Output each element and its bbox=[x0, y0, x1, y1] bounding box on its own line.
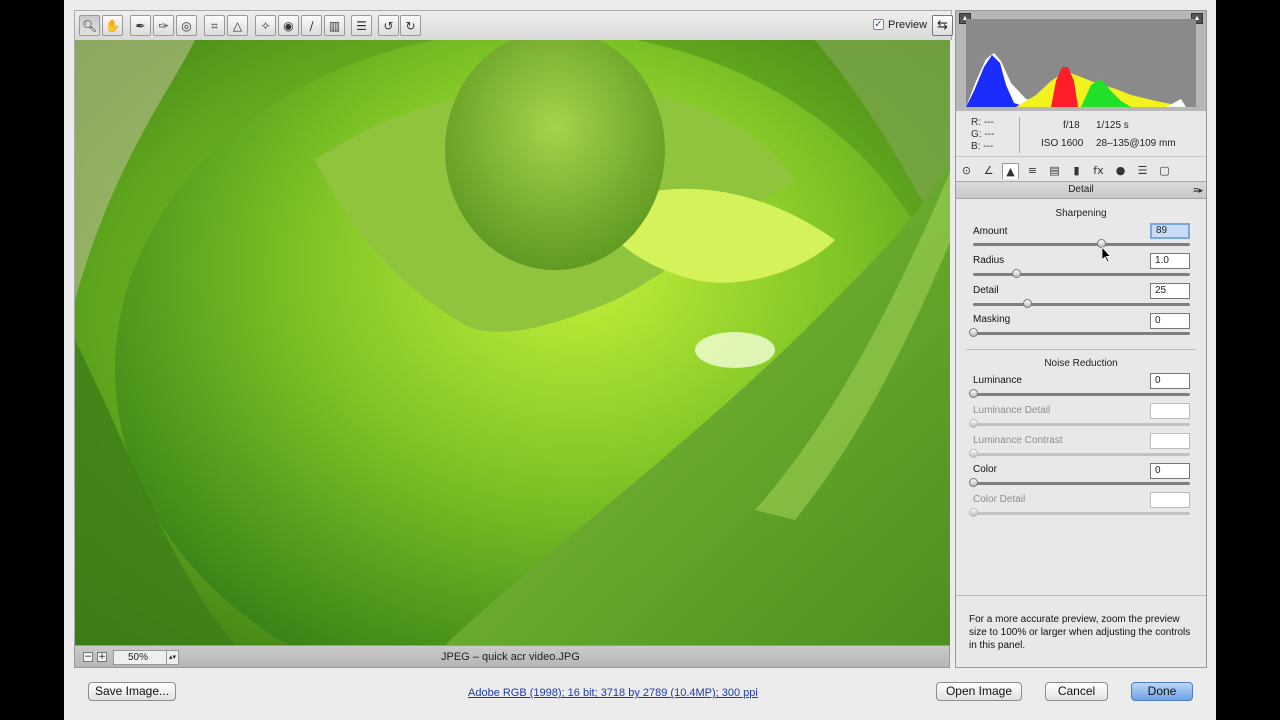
luminance-contrast-input[interactable] bbox=[1150, 433, 1190, 449]
panel-menu-icon[interactable]: ≡▸ bbox=[1193, 182, 1203, 198]
shutter-speed: 1/125 s bbox=[1096, 120, 1129, 131]
sharpening-title: Sharpening bbox=[1055, 208, 1107, 219]
radius-slider[interactable] bbox=[973, 269, 1190, 278]
histogram-graph bbox=[966, 19, 1196, 107]
preview-checkbox[interactable]: ✓ bbox=[873, 19, 884, 30]
radius-label: Radius bbox=[973, 255, 1005, 266]
noise-reduction-title: Noise Reduction bbox=[1044, 358, 1118, 369]
panel-title: Detail bbox=[1068, 184, 1094, 195]
masking-input[interactable]: 0 bbox=[1150, 313, 1190, 329]
mouse-cursor-icon bbox=[1102, 247, 1112, 263]
luminance-slider[interactable] bbox=[969, 389, 1190, 398]
white-balance-icon[interactable]: ✒ bbox=[130, 15, 151, 36]
pepper-photo bbox=[75, 40, 950, 645]
aperture: f/18 bbox=[1063, 120, 1080, 131]
camera-calibration-icon[interactable]: ● bbox=[1112, 163, 1129, 179]
luminance-contrast-slider-thumb[interactable] bbox=[969, 449, 978, 458]
adjustments-panel: ▲ ▲ R: --- G: --- B: --- f/18 1/125 s IS… bbox=[955, 10, 1207, 668]
masking-label: Masking bbox=[973, 314, 1011, 325]
color-detail-slider-thumb[interactable] bbox=[969, 508, 978, 517]
color-sampler-icon[interactable]: ✑ bbox=[153, 15, 174, 36]
detail-icon[interactable]: ▲ bbox=[1002, 163, 1019, 179]
preview-label: Preview bbox=[888, 19, 928, 31]
effects-icon[interactable]: fx bbox=[1090, 163, 1107, 179]
status-bar: − + 50% ▴▾ JPEG – quick acr video.JPG bbox=[74, 645, 950, 668]
zoom-out-button[interactable]: − bbox=[83, 652, 93, 662]
panel-header: Detail ≡▸ bbox=[956, 182, 1206, 199]
amount-slider[interactable] bbox=[973, 239, 1190, 248]
hand-icon[interactable]: ✋ bbox=[102, 15, 123, 36]
graduated-filter-icon[interactable]: ▥ bbox=[324, 15, 345, 36]
spot-removal-icon[interactable]: ✧ bbox=[255, 15, 276, 36]
done-button[interactable]: Done bbox=[1131, 682, 1193, 701]
camera-raw-window: 🔍︎ ✋ ✒ ✑ ◎ ⌗ △ ✧ ◉ ∕ ▥ ☰ ↺ ↻ ✓ Preview ⇆ bbox=[64, 0, 1216, 720]
luminance-detail-slider-thumb[interactable] bbox=[969, 419, 978, 428]
luminance-detail-slider[interactable] bbox=[969, 419, 1190, 428]
zoom-icon[interactable]: 🔍︎ bbox=[79, 15, 100, 36]
lens-info: 28–135@109 mm bbox=[1096, 138, 1176, 149]
image-preview[interactable] bbox=[74, 40, 950, 645]
color-label: Color bbox=[973, 464, 997, 475]
crop-icon[interactable]: ⌗ bbox=[204, 15, 225, 36]
luminance-detail-label: Luminance Detail bbox=[973, 405, 1051, 416]
color-slider[interactable] bbox=[969, 478, 1190, 487]
tone-curve-icon[interactable]: ∠ bbox=[980, 163, 997, 179]
detail-label: Detail bbox=[973, 285, 999, 296]
detail-slider-thumb[interactable] bbox=[1023, 299, 1033, 308]
cancel-button[interactable]: Cancel bbox=[1045, 682, 1108, 701]
file-name: JPEG – quick acr video.JPG bbox=[441, 651, 580, 663]
color-slider-thumb[interactable] bbox=[969, 478, 978, 487]
chevron-updown-icon: ▴▾ bbox=[166, 651, 178, 664]
color-input[interactable]: 0 bbox=[1150, 463, 1190, 479]
luminance-label: Luminance bbox=[973, 375, 1022, 386]
luminance-contrast-slider[interactable] bbox=[969, 449, 1190, 458]
detail-slider[interactable] bbox=[973, 299, 1190, 308]
toolbar: 🔍︎ ✋ ✒ ✑ ◎ ⌗ △ ✧ ◉ ∕ ▥ ☰ ↺ ↻ ✓ Preview ⇆ bbox=[74, 10, 953, 40]
lens-corrections-icon[interactable]: ▮ bbox=[1068, 163, 1085, 179]
histogram: ▲ ▲ bbox=[956, 11, 1206, 111]
luminance-input[interactable]: 0 bbox=[1150, 373, 1190, 389]
panel-tabs: ⊙ ∠ ▲ ≡ ▤ ▮ fx ● ☰ ▢ bbox=[956, 160, 1206, 182]
zoom-in-button[interactable]: + bbox=[97, 652, 107, 662]
detail-input[interactable]: 25 bbox=[1150, 283, 1190, 299]
adjustment-brush-icon[interactable]: ∕ bbox=[301, 15, 322, 36]
hsl-icon[interactable]: ≡ bbox=[1024, 163, 1041, 179]
color-detail-input[interactable] bbox=[1150, 492, 1190, 508]
section-divider bbox=[966, 349, 1196, 350]
rotate-right-icon[interactable]: ↻ bbox=[400, 15, 421, 36]
presets-icon[interactable]: ☰ bbox=[1134, 163, 1151, 179]
camera-info: R: --- G: --- B: --- f/18 1/125 s ISO 16… bbox=[956, 111, 1206, 157]
snapshots-icon[interactable]: ▢ bbox=[1156, 163, 1173, 179]
luminance-detail-input[interactable] bbox=[1150, 403, 1190, 419]
luminance-slider-thumb[interactable] bbox=[969, 389, 978, 398]
open-image-button[interactable]: Open Image bbox=[936, 682, 1022, 701]
luminance-contrast-label: Luminance Contrast bbox=[973, 435, 1063, 446]
save-image-button[interactable]: Save Image... bbox=[88, 682, 176, 701]
radius-slider-thumb[interactable] bbox=[1012, 269, 1022, 278]
preview-hint: For a more accurate preview, zoom the pr… bbox=[956, 595, 1206, 667]
masking-slider-thumb[interactable] bbox=[969, 328, 978, 337]
rgb-b-readout: B: --- bbox=[971, 141, 994, 152]
iso: ISO 1600 bbox=[1041, 138, 1084, 149]
rgb-g-readout: G: --- bbox=[971, 129, 995, 140]
color-detail-label: Color Detail bbox=[973, 494, 1026, 505]
red-eye-icon[interactable]: ◉ bbox=[278, 15, 299, 36]
amount-label: Amount bbox=[973, 226, 1008, 237]
workflow-options-link[interactable]: Adobe RGB (1998); 16 bit; 3718 by 2789 (… bbox=[468, 687, 758, 699]
target-adjustment-icon[interactable]: ◎ bbox=[176, 15, 197, 36]
split-toning-icon[interactable]: ▤ bbox=[1046, 163, 1063, 179]
masking-slider[interactable] bbox=[969, 328, 1190, 337]
fullscreen-icon[interactable]: ⇆ bbox=[932, 15, 953, 36]
preferences-icon[interactable]: ☰ bbox=[351, 15, 372, 36]
color-detail-slider[interactable] bbox=[969, 508, 1190, 517]
radius-input[interactable]: 1.0 bbox=[1150, 253, 1190, 269]
zoom-select[interactable]: 50% ▴▾ bbox=[113, 650, 179, 665]
rotate-left-icon[interactable]: ↺ bbox=[378, 15, 399, 36]
rgb-r-readout: R: --- bbox=[971, 117, 994, 128]
info-divider bbox=[1019, 117, 1020, 153]
straighten-icon[interactable]: △ bbox=[227, 15, 248, 36]
amount-input[interactable]: 89 bbox=[1150, 223, 1190, 239]
zoom-value: 50% bbox=[128, 652, 149, 663]
basic-icon[interactable]: ⊙ bbox=[958, 163, 975, 179]
